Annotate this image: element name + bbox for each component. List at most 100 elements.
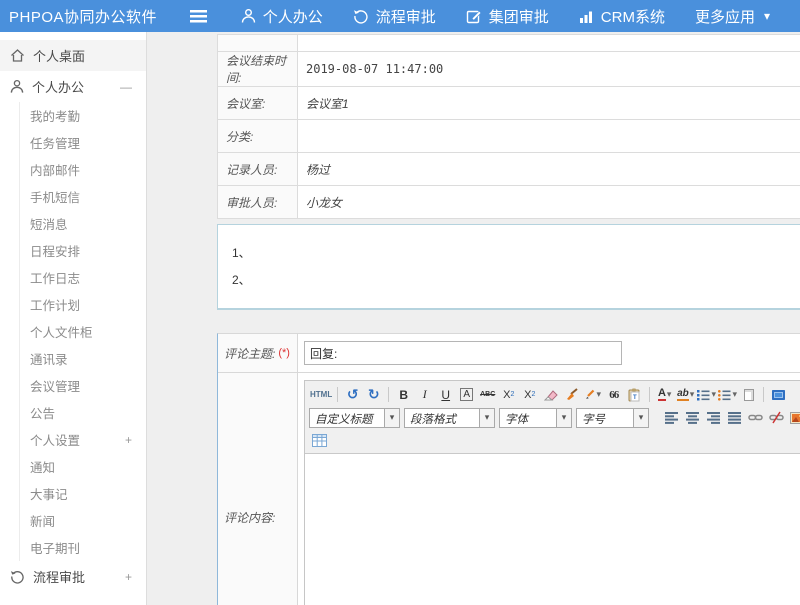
- nav-group-approval[interactable]: 集团审批: [466, 6, 549, 27]
- align-center-icon[interactable]: [683, 408, 702, 427]
- unordered-list-icon[interactable]: [718, 385, 737, 404]
- font-style-button[interactable]: A: [457, 385, 476, 404]
- main-content: 会议结束时间: 2019-08-07 11:47:00 会议室: 会议室1 分类…: [148, 32, 800, 605]
- separator: [649, 387, 650, 402]
- ordered-list-icon[interactable]: [697, 385, 716, 404]
- nav-label: 流程审批: [376, 6, 436, 27]
- underline-button[interactable]: U: [436, 385, 455, 404]
- insert-link-icon[interactable]: [746, 408, 765, 427]
- comment-subject-input[interactable]: [304, 341, 622, 365]
- paragraph-format-select[interactable]: 段落格式: [404, 408, 495, 428]
- table-row-meeting-room: 会议室: 会议室1: [218, 87, 800, 120]
- chevron-down-icon: [556, 409, 571, 427]
- highlight-color-button[interactable]: ab: [676, 385, 695, 404]
- sidebar-item-mobile-sms[interactable]: 手机短信: [20, 183, 146, 210]
- nav-label: CRM系统: [601, 6, 665, 27]
- sidebar-item-personal-cabinet[interactable]: 个人文件柜: [20, 318, 146, 345]
- sidebar-item-notice[interactable]: 通知: [20, 453, 146, 480]
- remove-link-icon[interactable]: [767, 408, 786, 427]
- field-value: 2019-08-07 11:47:00: [298, 52, 800, 87]
- align-justify-icon[interactable]: [725, 408, 744, 427]
- person-icon: [241, 8, 256, 24]
- nav-label: 个人办公: [263, 6, 323, 27]
- sidebar-item-workflow-approval[interactable]: 流程审批 +: [0, 561, 146, 592]
- chevron-down-icon: [479, 409, 494, 427]
- quick-format-pencil-icon[interactable]: [583, 385, 602, 404]
- font-size-select[interactable]: 字号: [576, 408, 649, 428]
- sidebar-item-personal-settings[interactable]: 个人设置+: [20, 426, 146, 453]
- source-code-button[interactable]: HTML: [310, 385, 332, 404]
- sidebar-item-personal-desktop[interactable]: 个人桌面: [0, 40, 146, 71]
- separator: [337, 387, 338, 402]
- sidebar-item-e-journal[interactable]: 电子期刊: [20, 534, 146, 561]
- align-right-icon[interactable]: [704, 408, 723, 427]
- comment-form-table: 评论主题: (*) 评论内容: HTML: [217, 333, 800, 605]
- nav-crm-system[interactable]: CRM系统: [579, 6, 665, 27]
- comment-content-cell: HTML B I U A ABC X2 X2: [298, 373, 800, 605]
- undo-icon[interactable]: [343, 385, 362, 404]
- meeting-content-box: 1、 2、: [217, 224, 800, 310]
- blockquote-button[interactable]: 66: [604, 385, 623, 404]
- format-brush-icon[interactable]: [562, 385, 581, 404]
- comment-subject-label: 评论主题:: [224, 345, 275, 362]
- custom-heading-select[interactable]: 自定义标题: [309, 408, 400, 428]
- redo-icon[interactable]: [364, 385, 383, 404]
- insert-table-icon[interactable]: [310, 431, 329, 450]
- nav-personal-office[interactable]: 个人办公: [241, 6, 323, 27]
- nav-workflow-approval[interactable]: 流程审批: [353, 6, 436, 27]
- paste-from-word-icon[interactable]: T: [625, 385, 644, 404]
- sidebar-item-short-message[interactable]: 短消息: [20, 210, 146, 237]
- field-value: [298, 120, 800, 153]
- home-icon: [10, 48, 25, 63]
- nav-label: 更多应用: [695, 6, 755, 27]
- sidebar-item-task-management[interactable]: 任务管理: [20, 129, 146, 156]
- sidebar-item-contacts[interactable]: 通讯录: [20, 345, 146, 372]
- sidebar-item-announcement[interactable]: 公告: [20, 399, 146, 426]
- fullscreen-icon[interactable]: [769, 385, 788, 404]
- toolbar-row-2: 自定义标题 段落格式 字体 字号: [309, 406, 800, 429]
- field-label: 记录人员:: [218, 153, 298, 186]
- hamburger-menu-icon[interactable]: [190, 10, 206, 23]
- field-label: 会议结束时间:: [218, 52, 298, 87]
- insert-image-icon[interactable]: [788, 408, 800, 427]
- editor-content-area[interactable]: [305, 454, 800, 605]
- sidebar-item-work-diary[interactable]: 工作日志: [20, 264, 146, 291]
- italic-button[interactable]: I: [415, 385, 434, 404]
- nav-more-apps[interactable]: 更多应用: [695, 6, 770, 27]
- bold-button[interactable]: B: [394, 385, 413, 404]
- sidebar-item-news[interactable]: 新闻: [20, 507, 146, 534]
- sidebar-item-my-attendance[interactable]: 我的考勤: [20, 102, 146, 129]
- expand-toggle[interactable]: +: [125, 433, 132, 447]
- top-navbar: PHPOA协同办公软件 个人办公 流程审批 集团审批: [0, 0, 800, 32]
- expand-toggle[interactable]: +: [125, 570, 132, 584]
- font-family-select[interactable]: 字体: [499, 408, 572, 428]
- sidebar-item-schedule[interactable]: 日程安排: [20, 237, 146, 264]
- new-page-icon[interactable]: [739, 385, 758, 404]
- field-value: 杨过: [298, 153, 800, 186]
- subscript-button[interactable]: X2: [520, 385, 539, 404]
- chevron-down-icon: [384, 409, 399, 427]
- toolbar-row-1: HTML B I U A ABC X2 X2: [309, 383, 800, 406]
- table-row-category: 分类:: [218, 120, 800, 153]
- remove-format-eraser-icon[interactable]: [541, 385, 560, 404]
- superscript-button[interactable]: X2: [499, 385, 518, 404]
- sidebar-item-meeting-management[interactable]: 会议管理: [20, 372, 146, 399]
- sidebar-item-label: 个人办公: [32, 77, 120, 96]
- comment-subject-label-cell: 评论主题: (*): [218, 334, 298, 373]
- strikethrough-button[interactable]: ABC: [478, 385, 497, 404]
- collapse-toggle[interactable]: —: [120, 80, 132, 94]
- rich-text-editor: HTML B I U A ABC X2 X2: [304, 380, 800, 605]
- align-left-icon[interactable]: [662, 408, 681, 427]
- comment-content-label-cell: 评论内容:: [218, 373, 298, 605]
- sidebar-item-personal-office[interactable]: 个人办公 —: [0, 71, 146, 102]
- content-line: 1、: [232, 240, 800, 267]
- sidebar-item-internal-mail[interactable]: 内部邮件: [20, 156, 146, 183]
- edit-icon: [466, 8, 482, 24]
- editor-toolbar: HTML B I U A ABC X2 X2: [305, 381, 800, 454]
- sidebar-item-label: 个人桌面: [33, 46, 132, 65]
- sidebar-item-work-plan[interactable]: 工作计划: [20, 291, 146, 318]
- sidebar-submenu: 我的考勤 任务管理 内部邮件 手机短信 短消息 日程安排 工作日志 工作计划 个…: [19, 102, 146, 561]
- font-color-button[interactable]: A: [655, 385, 674, 404]
- app-window: PHPOA协同办公软件 个人办公 流程审批 集团审批: [0, 0, 800, 605]
- sidebar-item-memorabilia[interactable]: 大事记: [20, 480, 146, 507]
